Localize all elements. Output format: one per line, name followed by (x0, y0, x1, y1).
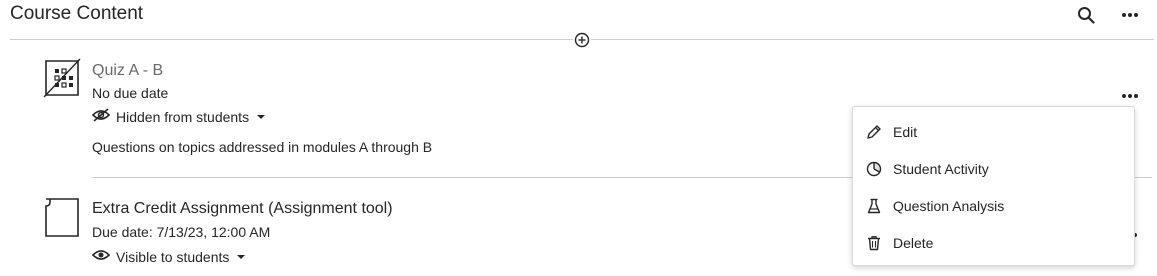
eye-slash-icon (91, 108, 111, 125)
plus-circle-icon (574, 32, 590, 48)
context-menu: Edit Student Activity Question Analysis … (852, 106, 1135, 266)
trash-icon (865, 234, 883, 252)
item-title-assignment[interactable]: Extra Credit Assignment (Assignment tool… (92, 200, 393, 218)
item-title-quiz[interactable]: Quiz A - B (92, 62, 163, 80)
test-document-icon (42, 58, 82, 98)
eye-icon (91, 248, 111, 265)
pencil-icon (865, 123, 883, 141)
visibility-dropdown[interactable]: Hidden from students (91, 108, 266, 125)
item-due-date: No due date (92, 85, 169, 101)
menu-item-edit[interactable]: Edit (853, 113, 1134, 150)
more-options-icon[interactable] (1119, 4, 1141, 26)
menu-item-delete[interactable]: Delete (853, 224, 1134, 261)
menu-item-question-analysis[interactable]: Question Analysis (853, 187, 1134, 224)
page-title: Course Content (10, 3, 144, 24)
visibility-label: Hidden from students (116, 108, 250, 125)
menu-item-label: Student Activity (893, 160, 989, 177)
item-due-date: Due date: 7/13/23, 12:00 AM (92, 224, 271, 240)
pie-chart-icon (865, 160, 883, 178)
visibility-label: Visible to students (116, 248, 230, 265)
flask-icon (865, 197, 883, 215)
assignment-document-icon (42, 196, 82, 240)
search-icon[interactable] (1075, 4, 1097, 26)
chevron-down-icon (237, 254, 246, 259)
menu-item-student-activity[interactable]: Student Activity (853, 150, 1134, 187)
item-more-options-icon[interactable] (1119, 85, 1141, 107)
visibility-dropdown[interactable]: Visible to students (91, 248, 246, 265)
chevron-down-icon (257, 114, 266, 119)
item-description: Questions on topics addressed in modules… (92, 139, 433, 155)
menu-item-label: Delete (893, 234, 934, 251)
add-content-button[interactable] (573, 31, 591, 49)
menu-item-label: Edit (893, 123, 918, 140)
menu-item-label: Question Analysis (893, 197, 1005, 214)
